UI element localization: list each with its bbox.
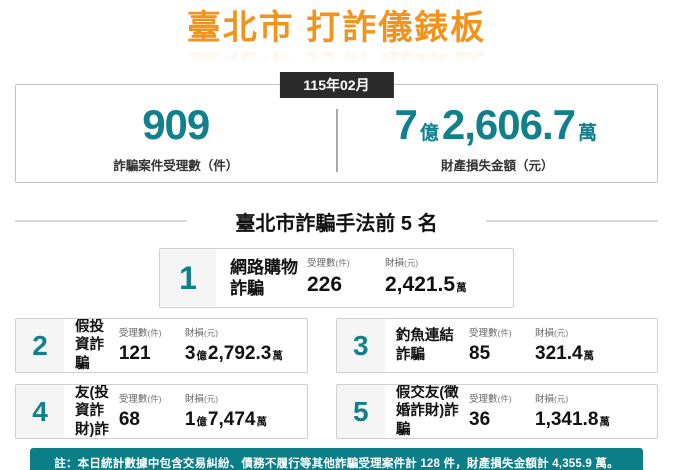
cases-column-header: 受理數(件) (469, 328, 512, 339)
section-line-right (485, 220, 658, 222)
loss-wan-number: 2,606.7 (441, 100, 576, 148)
ranking-grid: 2 假投資詐騙 受理數(件) 121 財損(元) 3億2,792.3萬 3 釣魚… (15, 318, 658, 439)
page-title: 臺北市 打詐儀錶板 (186, 9, 487, 47)
cases-stat: 受理數(件) 121 (119, 319, 185, 372)
cases-count: 85 (469, 343, 491, 364)
cases-count: 226 (307, 273, 343, 296)
fraud-type-name: 釣魚連結詐騙 (395, 328, 454, 363)
fraud-type-name: 網路購物詐騙 (230, 257, 298, 298)
cases-stat: 受理數(件) 226 (307, 249, 385, 307)
summary-panel: 115年02月 909 詐騙案件受理數（件） 7 億2,606.7 萬 財產損失金額… (15, 72, 658, 183)
cases-column-header: 受理數(件) (307, 258, 350, 269)
loss-amount: 1,341.8萬 (535, 409, 610, 430)
loss-stat: 財損(元) 2,421.5萬 (385, 249, 513, 307)
loss-column-header: 財損(元) (385, 258, 419, 269)
section-line-left (15, 220, 188, 222)
loss-label: 財產損失金額（元） (440, 158, 554, 173)
fraud-type-name: 假投資詐騙 (75, 319, 104, 372)
cases-stat: 受理數(件) 36 (469, 385, 535, 438)
cases-column-header: 受理數(件) (469, 394, 512, 405)
cases-count: 68 (118, 409, 140, 430)
loss-column-header: 財損(元) (535, 394, 569, 405)
rank-card-4: 4 假交友(投資詐財)詐騙 受理數(件) 68 財損(元) 1億7,474萬 (15, 384, 308, 439)
ranking-section-header: 臺北市詐騙手法前 5 名 (15, 207, 658, 235)
cases-stat: 受理數(件) 68 (119, 385, 185, 438)
rank-card-2: 2 假投資詐騙 受理數(件) 121 財損(元) 3億2,792.3萬 (15, 318, 308, 373)
cases-column-header: 受理數(件) (118, 328, 162, 339)
cases-column-header: 受理數(件) (118, 394, 162, 405)
footnote-bar: 註：本日統計數據中包含交易糾紛、債務不履行等其他詐騙受理案件計 128 件，財產… (30, 448, 643, 470)
ranking-section-title: 臺北市詐騙手法前 5 名 (235, 212, 438, 235)
dashboard-header: 臺北市 打詐儀錶板 臺北市 打詐儀錶板 (0, 8, 673, 85)
rank-card-1: 1 網路購物詐騙 受理數(件) 226 財損(元) 2,421.5萬 (159, 248, 514, 308)
fraud-type-name: 假交友(投資詐財)詐騙 (75, 385, 109, 438)
loss-column-header: 財損(元) (535, 328, 569, 339)
loss-column-header: 財損(元) (184, 328, 219, 339)
loss-summary: 7 億2,606.7 萬 財產損失金額（元） (338, 85, 658, 182)
loss-column-header: 財損(元) (184, 394, 219, 405)
cases-count: 36 (469, 409, 491, 430)
loss-amount: 1億7,474萬 (184, 409, 267, 430)
fraud-type-name: 假交友(徵婚詐財)詐騙 (395, 385, 459, 438)
loss-stat: 財損(元) 321.4萬 (535, 319, 657, 372)
rank-card-5: 5 假交友(徵婚詐財)詐騙 受理數(件) 36 財損(元) 1,341.8萬 (335, 384, 658, 439)
loss-value: 7 億2,606.7 萬 (394, 100, 600, 148)
loss-yi-number: 7 (394, 100, 417, 148)
loss-amount: 321.4萬 (535, 343, 595, 364)
cases-value: 909 (142, 100, 210, 148)
rank-number: 5 (336, 385, 385, 438)
cases-count: 121 (118, 343, 151, 364)
rank-number: 4 (16, 385, 64, 438)
loss-amount: 3億2,792.3萬 (184, 343, 283, 364)
rank-number: 3 (336, 319, 385, 372)
period-badge: 115年02月 (279, 72, 394, 98)
loss-amount: 2,421.5萬 (385, 273, 467, 296)
loss-yi-unit: 億 (419, 122, 439, 144)
rank-number: 2 (16, 319, 64, 372)
cases-label: 詐騙案件受理數（件） (113, 158, 239, 173)
loss-stat: 財損(元) 1億7,474萬 (185, 385, 307, 438)
cases-summary: 909 詐騙案件受理數（件） (16, 85, 336, 182)
loss-stat: 財損(元) 1,341.8萬 (535, 385, 657, 438)
loss-stat: 財損(元) 3億2,792.3萬 (185, 319, 307, 372)
rank-card-3: 3 釣魚連結詐騙 受理數(件) 85 財損(元) 321.4萬 (335, 318, 658, 373)
loss-wan-unit: 萬 (578, 122, 598, 144)
cases-stat: 受理數(件) 85 (469, 319, 535, 372)
rank-number: 1 (160, 249, 216, 307)
